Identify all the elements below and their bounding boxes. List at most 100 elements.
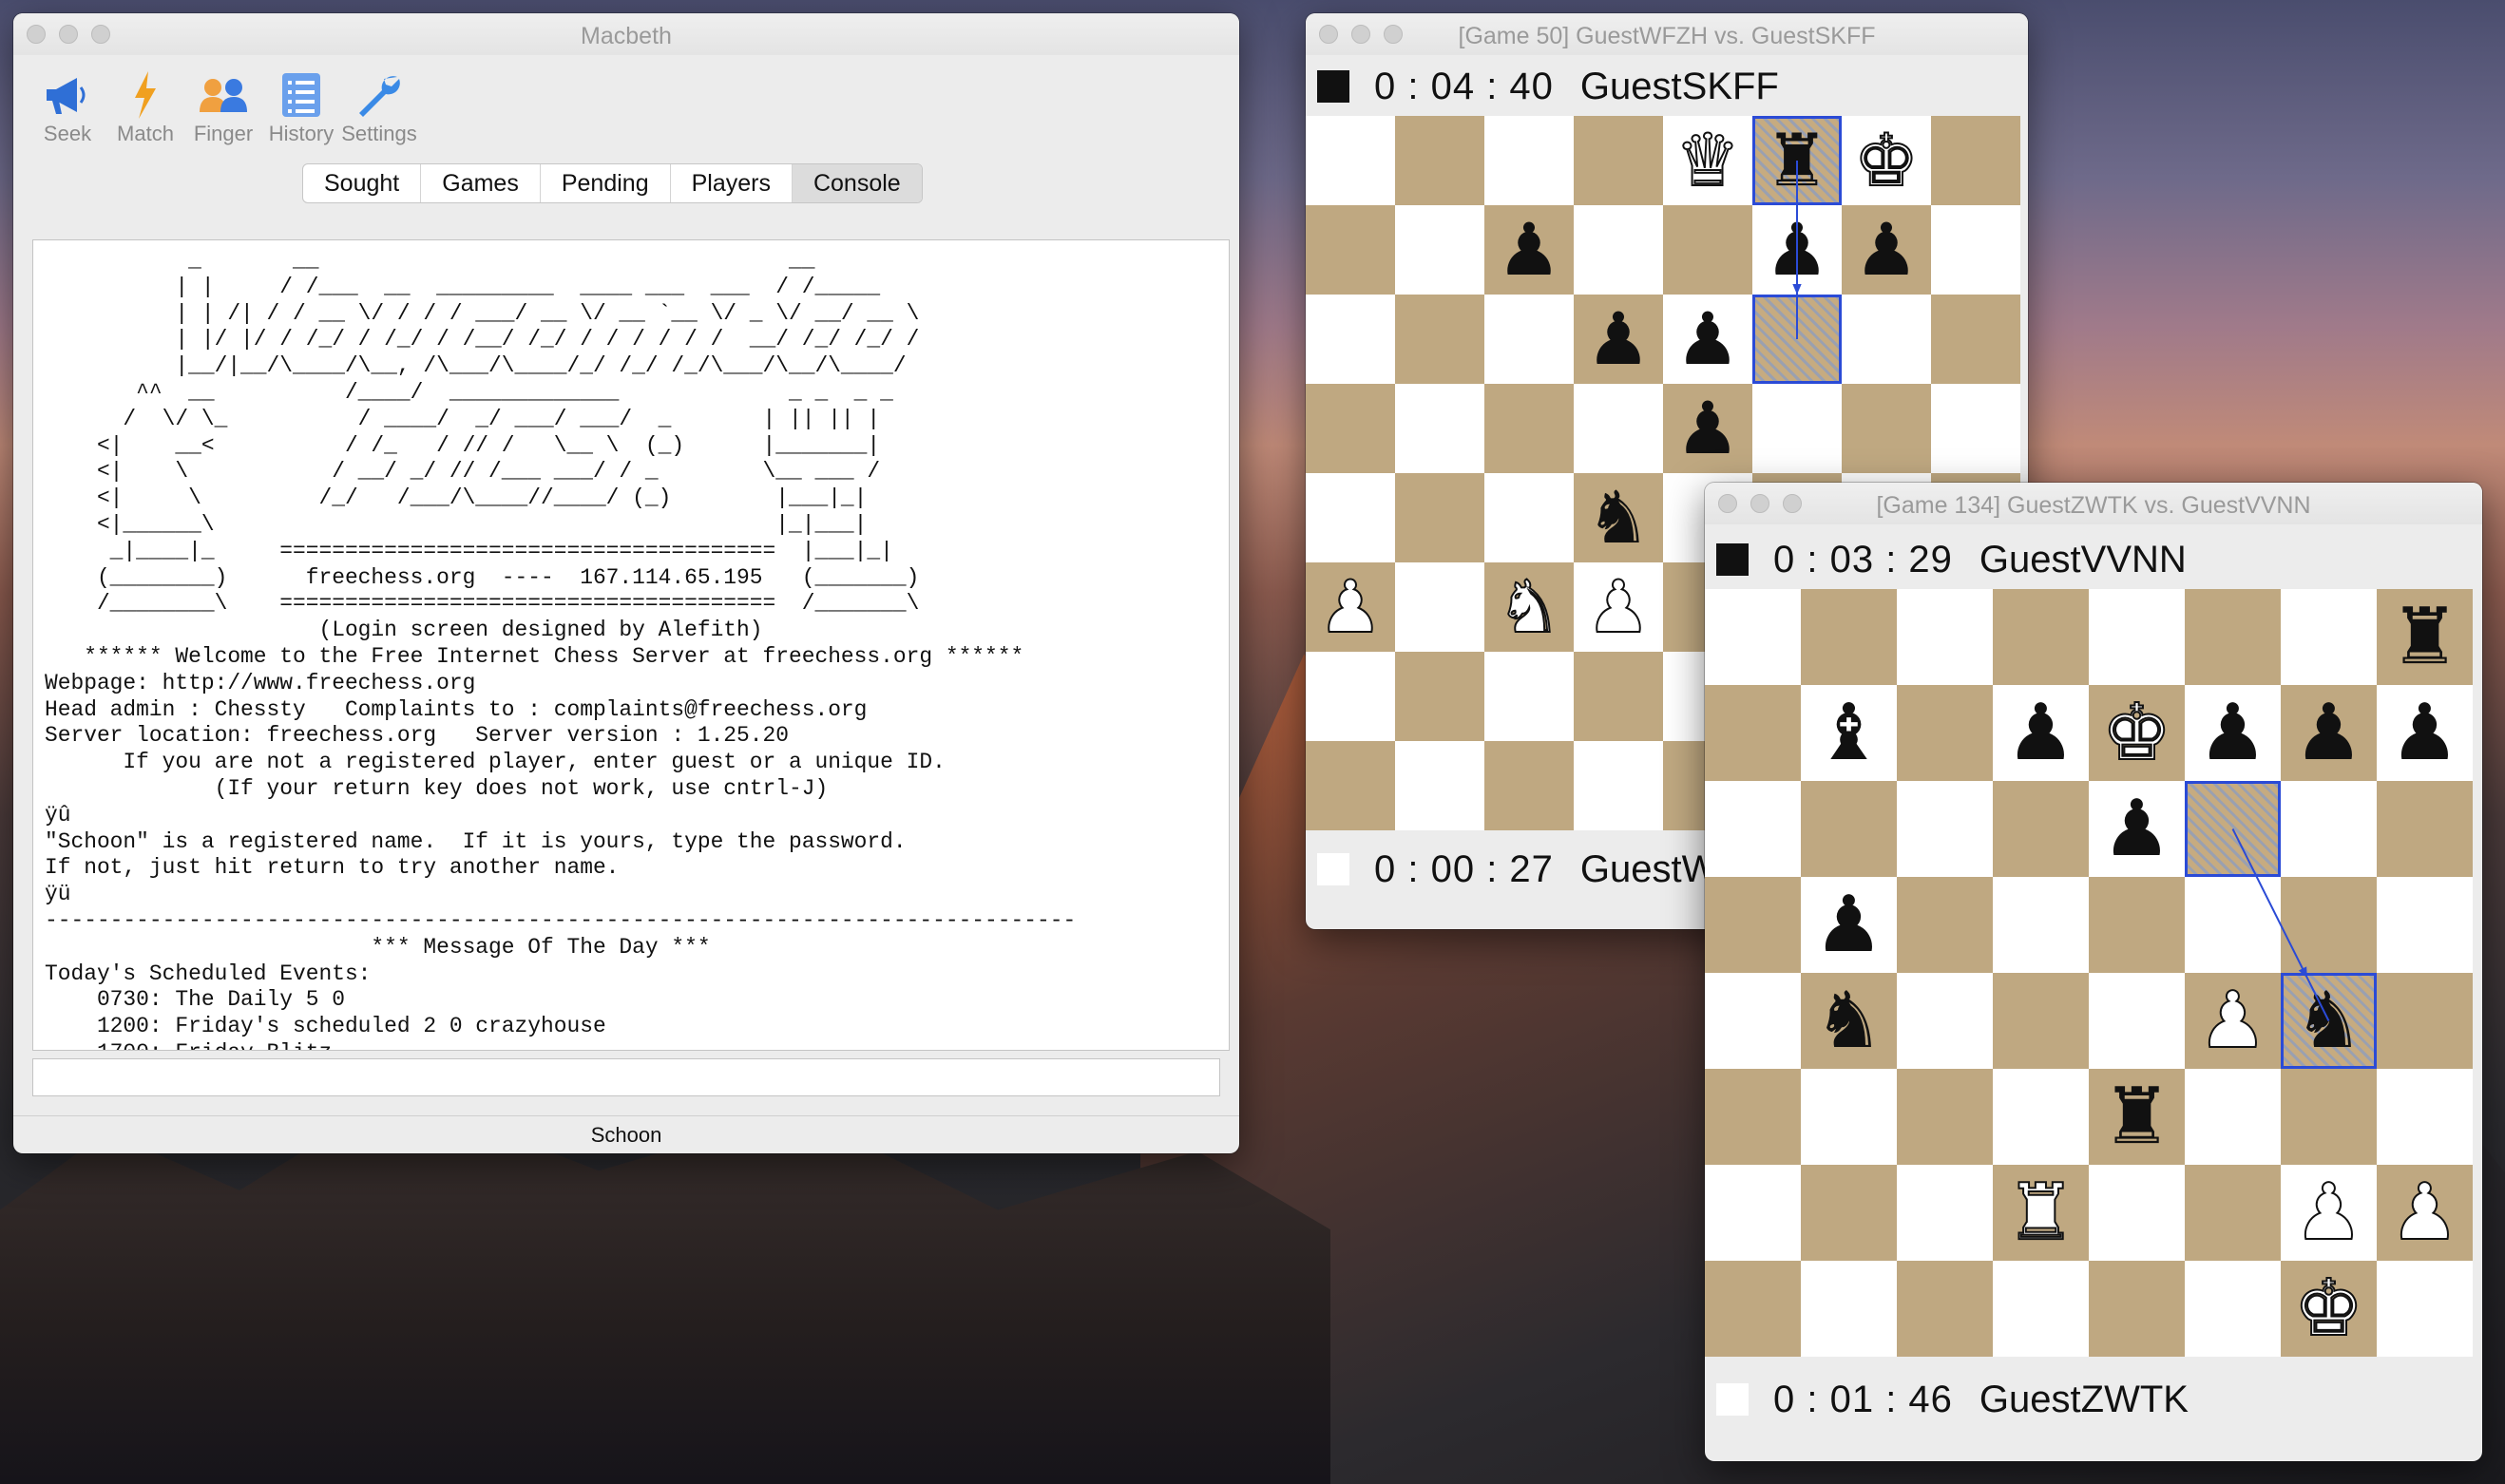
board-square[interactable]	[1574, 741, 1663, 830]
black-pawn-icon[interactable]: ♟	[2102, 790, 2172, 868]
board-square[interactable]	[1993, 973, 2089, 1069]
board-square[interactable]	[1306, 652, 1395, 741]
black-pawn-icon[interactable]: ♟	[1814, 885, 1884, 964]
board-square[interactable]: ♟	[1306, 562, 1395, 652]
board-square[interactable]: ♟	[2281, 1165, 2377, 1261]
board-square[interactable]: ♞	[1574, 473, 1663, 562]
board-square[interactable]	[1395, 473, 1484, 562]
board-square[interactable]	[1705, 1069, 1801, 1165]
board-square[interactable]	[1752, 295, 1842, 384]
board-square[interactable]	[1705, 877, 1801, 973]
black-knight-icon[interactable]: ♞	[1586, 482, 1651, 554]
tab-players[interactable]: Players	[671, 164, 793, 202]
board-square[interactable]	[1484, 741, 1574, 830]
board-square[interactable]	[1993, 1069, 2089, 1165]
board-square[interactable]	[1705, 1165, 1801, 1261]
board-square[interactable]	[1897, 685, 1993, 781]
board-square[interactable]	[1897, 1069, 1993, 1165]
chess-board[interactable]: ♜ ♝ ♟ ♚ ♟ ♟ ♟ ♟ ♟ ♞ ♟ ♞ ♜ ♜ ♟ ♟ ♚	[1705, 589, 2473, 1357]
match-button[interactable]: Match	[106, 68, 184, 150]
white-pawn-icon[interactable]: ♟	[2197, 980, 2269, 1060]
board-square[interactable]	[2185, 589, 2281, 685]
black-knight-icon[interactable]: ♞	[2294, 981, 2364, 1060]
board-square[interactable]	[1931, 205, 2020, 295]
board-square[interactable]: ♟	[1752, 205, 1842, 295]
white-rook-icon[interactable]: ♜	[2005, 1172, 2077, 1252]
board-square[interactable]	[1752, 384, 1842, 473]
board-square[interactable]	[1705, 781, 1801, 877]
board-square[interactable]: ♟	[1801, 877, 1897, 973]
board-square[interactable]	[2185, 1165, 2281, 1261]
black-knight-icon[interactable]: ♞	[1814, 981, 1884, 1060]
console-output[interactable]: _ __ __ | | / /___ __ _________ ____ ___…	[32, 239, 1230, 1051]
board-square[interactable]	[1574, 116, 1663, 205]
white-king-icon[interactable]: ♚	[2293, 1268, 2365, 1348]
black-rook-icon[interactable]: ♜	[1765, 124, 1829, 197]
board-square[interactable]	[1306, 295, 1395, 384]
white-pawn-icon[interactable]: ♟	[1317, 570, 1384, 644]
board-square[interactable]	[1801, 781, 1897, 877]
board-square[interactable]	[1931, 116, 2020, 205]
black-rook-icon[interactable]: ♜	[2390, 598, 2460, 676]
black-pawn-icon[interactable]: ♟	[2390, 694, 2460, 772]
board-square[interactable]: ♜	[2377, 589, 2473, 685]
board-square[interactable]	[2089, 589, 2185, 685]
board-square[interactable]	[2185, 1261, 2281, 1357]
board-square[interactable]	[2281, 1069, 2377, 1165]
white-pawn-icon[interactable]: ♟	[2389, 1172, 2461, 1252]
black-bishop-icon[interactable]: ♝	[1814, 694, 1884, 772]
history-button[interactable]: History	[262, 68, 340, 150]
board-square[interactable]	[1801, 589, 1897, 685]
board-square[interactable]	[1395, 384, 1484, 473]
board-square[interactable]: ♟	[1663, 384, 1752, 473]
board-square[interactable]: ♝	[1801, 685, 1897, 781]
board-square[interactable]	[2185, 877, 2281, 973]
white-king-icon[interactable]: ♚	[2101, 693, 2173, 772]
board-square[interactable]	[1306, 741, 1395, 830]
board-square[interactable]	[2089, 877, 2185, 973]
board-square[interactable]: ♞	[1484, 562, 1574, 652]
board-square[interactable]: ♟	[2377, 1165, 2473, 1261]
black-pawn-icon[interactable]: ♟	[1854, 214, 1919, 286]
board-square[interactable]: ♟	[2377, 685, 2473, 781]
board-square[interactable]	[2377, 877, 2473, 973]
black-pawn-icon[interactable]: ♟	[2198, 694, 2268, 772]
tab-pending[interactable]: Pending	[541, 164, 671, 202]
board-square[interactable]	[1395, 652, 1484, 741]
white-king-icon[interactable]: ♚	[1853, 124, 1920, 198]
white-knight-icon[interactable]: ♞	[1496, 570, 1562, 644]
board-square[interactable]	[2377, 973, 2473, 1069]
board-square[interactable]	[2185, 781, 2281, 877]
board-square[interactable]	[1574, 384, 1663, 473]
board-square[interactable]	[1395, 295, 1484, 384]
board-square[interactable]: ♟	[1842, 205, 1931, 295]
board-square[interactable]: ♚	[2281, 1261, 2377, 1357]
board-square[interactable]: ♟	[2089, 781, 2185, 877]
black-pawn-icon[interactable]: ♟	[2294, 694, 2364, 772]
board-square[interactable]	[1306, 384, 1395, 473]
board-square[interactable]: ♛	[1663, 116, 1752, 205]
white-queen-icon[interactable]: ♛	[1674, 124, 1741, 198]
board-square[interactable]	[1801, 1261, 1897, 1357]
board-square[interactable]	[2089, 1261, 2185, 1357]
black-pawn-icon[interactable]: ♟	[1497, 214, 1561, 286]
tab-console[interactable]: Console	[792, 164, 922, 202]
board-square[interactable]: ♞	[1801, 973, 1897, 1069]
board-square[interactable]	[1663, 205, 1752, 295]
board-square[interactable]	[2089, 1165, 2185, 1261]
board-square[interactable]	[1574, 652, 1663, 741]
board-square[interactable]: ♟	[1484, 205, 1574, 295]
board-square[interactable]	[2089, 973, 2185, 1069]
board-square[interactable]	[1897, 781, 1993, 877]
black-pawn-icon[interactable]: ♟	[2006, 694, 2076, 772]
seek-button[interactable]: Seek	[29, 68, 106, 150]
board-square[interactable]	[1897, 589, 1993, 685]
board-square[interactable]	[2185, 1069, 2281, 1165]
board-square[interactable]	[1993, 877, 2089, 973]
board-square[interactable]: ♜	[1993, 1165, 2089, 1261]
black-pawn-icon[interactable]: ♟	[1675, 392, 1740, 465]
board-square[interactable]	[1484, 652, 1574, 741]
board-square[interactable]: ♜	[1752, 116, 1842, 205]
board-square[interactable]	[1993, 781, 2089, 877]
board-square[interactable]: ♚	[1842, 116, 1931, 205]
